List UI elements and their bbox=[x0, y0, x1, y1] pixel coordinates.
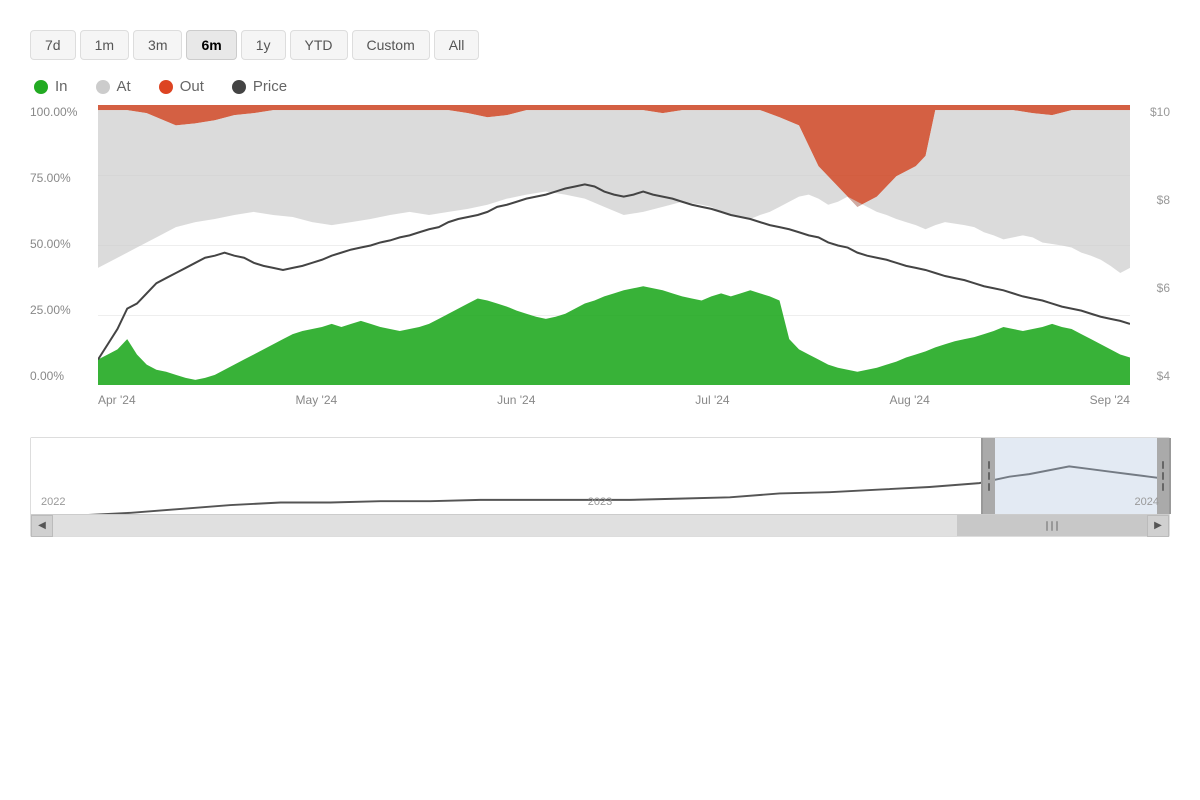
y-left-label: 100.00% bbox=[30, 105, 98, 119]
y-right-label: $8 bbox=[1157, 193, 1170, 207]
y-right-label: $10 bbox=[1150, 105, 1170, 119]
x-axis: Apr '24 May '24 Jun '24 Jul '24 Aug '24 Sep '… bbox=[98, 387, 1130, 425]
time-btn-1m[interactable]: 1m bbox=[80, 30, 129, 60]
nav-year-label: 2022 bbox=[41, 496, 65, 512]
y-right-label: $4 bbox=[1157, 369, 1170, 383]
time-btn-ytd[interactable]: YTD bbox=[290, 30, 348, 60]
scroll-track[interactable] bbox=[53, 515, 1147, 536]
legend-label-at: At bbox=[117, 78, 131, 95]
legend-label-price: Price bbox=[253, 78, 287, 95]
x-label: Apr '24 bbox=[98, 393, 136, 407]
chart-svg-wrapper bbox=[98, 105, 1130, 385]
y-left-label: 25.00% bbox=[30, 303, 98, 317]
x-label: Aug '24 bbox=[889, 393, 929, 407]
legend-label-in: In bbox=[55, 78, 68, 95]
y-left-label: 0.00% bbox=[30, 369, 98, 383]
scroll-right-btn[interactable]: ▶ bbox=[1147, 515, 1169, 537]
legend-dot-in bbox=[34, 80, 48, 94]
main-chart-svg bbox=[98, 105, 1130, 385]
scroll-left-btn[interactable]: ◀ bbox=[31, 515, 53, 537]
main-container: 7d1m3m6m1yYTDCustomAll In At Out Price 100.… bbox=[0, 0, 1200, 800]
x-label: Jun '24 bbox=[497, 393, 535, 407]
y-right-label: $6 bbox=[1157, 281, 1170, 295]
main-chart: 100.00% 75.00% 50.00% 25.00% 0.00% $10 $8 $6 $4 bbox=[30, 105, 1170, 425]
navigator-year-labels: 2022 2023 2024 bbox=[31, 496, 1169, 512]
scroll-thumb[interactable] bbox=[957, 515, 1147, 536]
legend-item-in: In bbox=[34, 78, 68, 95]
legend: In At Out Price bbox=[30, 78, 1170, 95]
time-range-bar: 7d1m3m6m1yYTDCustomAll bbox=[30, 30, 1170, 60]
y-left-label: 75.00% bbox=[30, 171, 98, 185]
nav-year-label: 2023 bbox=[588, 496, 612, 512]
time-btn-3m[interactable]: 3m bbox=[133, 30, 182, 60]
legend-item-out: Out bbox=[159, 78, 204, 95]
y-left-label: 50.00% bbox=[30, 237, 98, 251]
time-btn-custom[interactable]: Custom bbox=[352, 30, 430, 60]
time-btn-1y[interactable]: 1y bbox=[241, 30, 286, 60]
legend-dot-at bbox=[96, 80, 110, 94]
x-label: Jul '24 bbox=[695, 393, 729, 407]
time-btn-6m[interactable]: 6m bbox=[186, 30, 236, 60]
x-label: May '24 bbox=[296, 393, 338, 407]
navigator[interactable]: 2022 2023 2024 ◀ ▶ bbox=[30, 437, 1170, 537]
scrollbar[interactable]: ◀ ▶ bbox=[31, 514, 1169, 536]
nav-year-label: 2024 bbox=[1135, 496, 1159, 512]
time-btn-all[interactable]: All bbox=[434, 30, 480, 60]
x-label: Sep '24 bbox=[1090, 393, 1130, 407]
legend-item-at: At bbox=[96, 78, 131, 95]
y-axis-left: 100.00% 75.00% 50.00% 25.00% 0.00% bbox=[30, 105, 98, 385]
legend-dot-price bbox=[232, 80, 246, 94]
time-btn-7d[interactable]: 7d bbox=[30, 30, 76, 60]
legend-label-out: Out bbox=[180, 78, 204, 95]
legend-dot-out bbox=[159, 80, 173, 94]
y-axis-right: $10 $8 $6 $4 bbox=[1130, 105, 1170, 385]
legend-item-price: Price bbox=[232, 78, 287, 95]
